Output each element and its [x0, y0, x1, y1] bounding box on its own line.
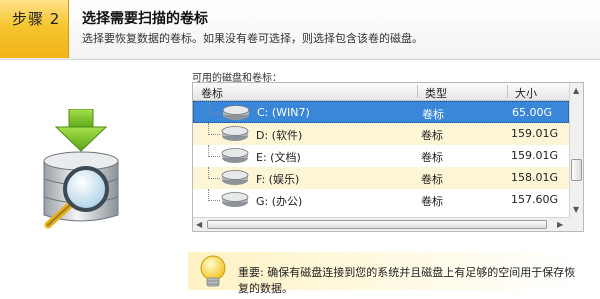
volume-type: 卷标: [422, 108, 444, 121]
volume-row-e[interactable]: E: (文档) 卷标 159.01G: [193, 145, 569, 167]
vertical-scrollbar[interactable]: ▲ ▼: [569, 83, 583, 231]
tree-line: [209, 102, 221, 114]
tree-line: [208, 123, 220, 135]
volume-name: D: (软件): [256, 129, 303, 142]
column-header-size[interactable]: 大小: [515, 85, 537, 101]
scroll-left-icon[interactable]: ◀: [196, 220, 202, 229]
volume-type: 卷标: [421, 151, 443, 164]
volume-row-g[interactable]: G: (办公) 卷标 157.60G: [193, 189, 569, 211]
column-divider[interactable]: [417, 85, 418, 98]
vertical-scroll-thumb[interactable]: [571, 159, 582, 181]
tree-line: [208, 167, 220, 179]
database-scan-icon: [43, 109, 119, 229]
wizard-content: 可用的磁盘和卷标： 卷标 类型 大小 C: (WIN7) 卷标 65.00G D…: [0, 62, 600, 299]
scroll-right-icon[interactable]: ▶: [557, 220, 563, 229]
horizontal-scrollbar[interactable]: ◀ ▶: [193, 217, 569, 231]
volume-row-c[interactable]: C: (WIN7) 卷标 65.00G: [193, 101, 569, 123]
scroll-down-icon[interactable]: ▼: [573, 205, 579, 214]
disk-icon: [221, 126, 249, 141]
volume-row-f[interactable]: F: (娱乐) 卷标 158.01G: [193, 167, 569, 189]
disk-icon: [221, 192, 249, 207]
volume-list-header: 卷标 类型 大小: [193, 83, 569, 101]
volume-list[interactable]: 卷标 类型 大小 C: (WIN7) 卷标 65.00G D: (软件) 卷标 …: [192, 82, 584, 232]
volume-size: 158.01G: [511, 171, 559, 184]
volume-name: E: (文档): [256, 151, 301, 164]
volume-size: 159.01G: [511, 149, 559, 162]
volume-size: 65.00G: [512, 106, 553, 119]
page-title: 选择需要扫描的卷标: [82, 11, 208, 27]
volume-size: 157.60G: [511, 193, 559, 206]
volume-row-d[interactable]: D: (软件) 卷标 159.01G: [193, 123, 569, 145]
column-header-type[interactable]: 类型: [425, 85, 447, 101]
disk-icon: [222, 105, 250, 120]
lightbulb-icon: [200, 255, 226, 287]
important-note-text: 重要: 确保有磁盘连接到您的系统并且磁盘上有足够的空间用于保存恢复的数据。: [238, 266, 576, 295]
scroll-up-icon[interactable]: ▲: [573, 86, 579, 95]
volume-type: 卷标: [421, 129, 443, 142]
important-note: 重要: 确保有磁盘连接到您的系统并且磁盘上有足够的空间用于保存恢复的数据。: [188, 252, 582, 295]
step-indicator: 步骤 2: [0, 0, 69, 58]
page-description: 选择要恢复数据的卷标。如果没有卷可选择，则选择包含该卷的磁盘。: [82, 32, 423, 45]
wizard-header: 步骤 2 选择需要扫描的卷标 选择要恢复数据的卷标。如果没有卷可选择，则选择包含…: [0, 0, 600, 60]
horizontal-scroll-thumb[interactable]: [207, 220, 547, 229]
volume-size: 159.01G: [511, 127, 559, 140]
step-label: 步骤 2: [12, 10, 61, 28]
volume-name: G: (办公): [256, 195, 303, 208]
volume-type: 卷标: [421, 173, 443, 186]
column-header-name[interactable]: 卷标: [201, 85, 223, 101]
tree-line: [208, 145, 220, 157]
volume-type: 卷标: [421, 195, 443, 208]
disk-icon: [221, 170, 249, 185]
volume-name: C: (WIN7): [257, 106, 310, 119]
disk-icon: [221, 148, 249, 163]
tree-line: [208, 189, 220, 201]
volume-name: F: (娱乐): [256, 173, 300, 186]
scrollbar-corner: [569, 217, 583, 231]
column-divider[interactable]: [507, 85, 508, 98]
volume-rows: C: (WIN7) 卷标 65.00G D: (软件) 卷标 159.01G E…: [193, 101, 569, 217]
